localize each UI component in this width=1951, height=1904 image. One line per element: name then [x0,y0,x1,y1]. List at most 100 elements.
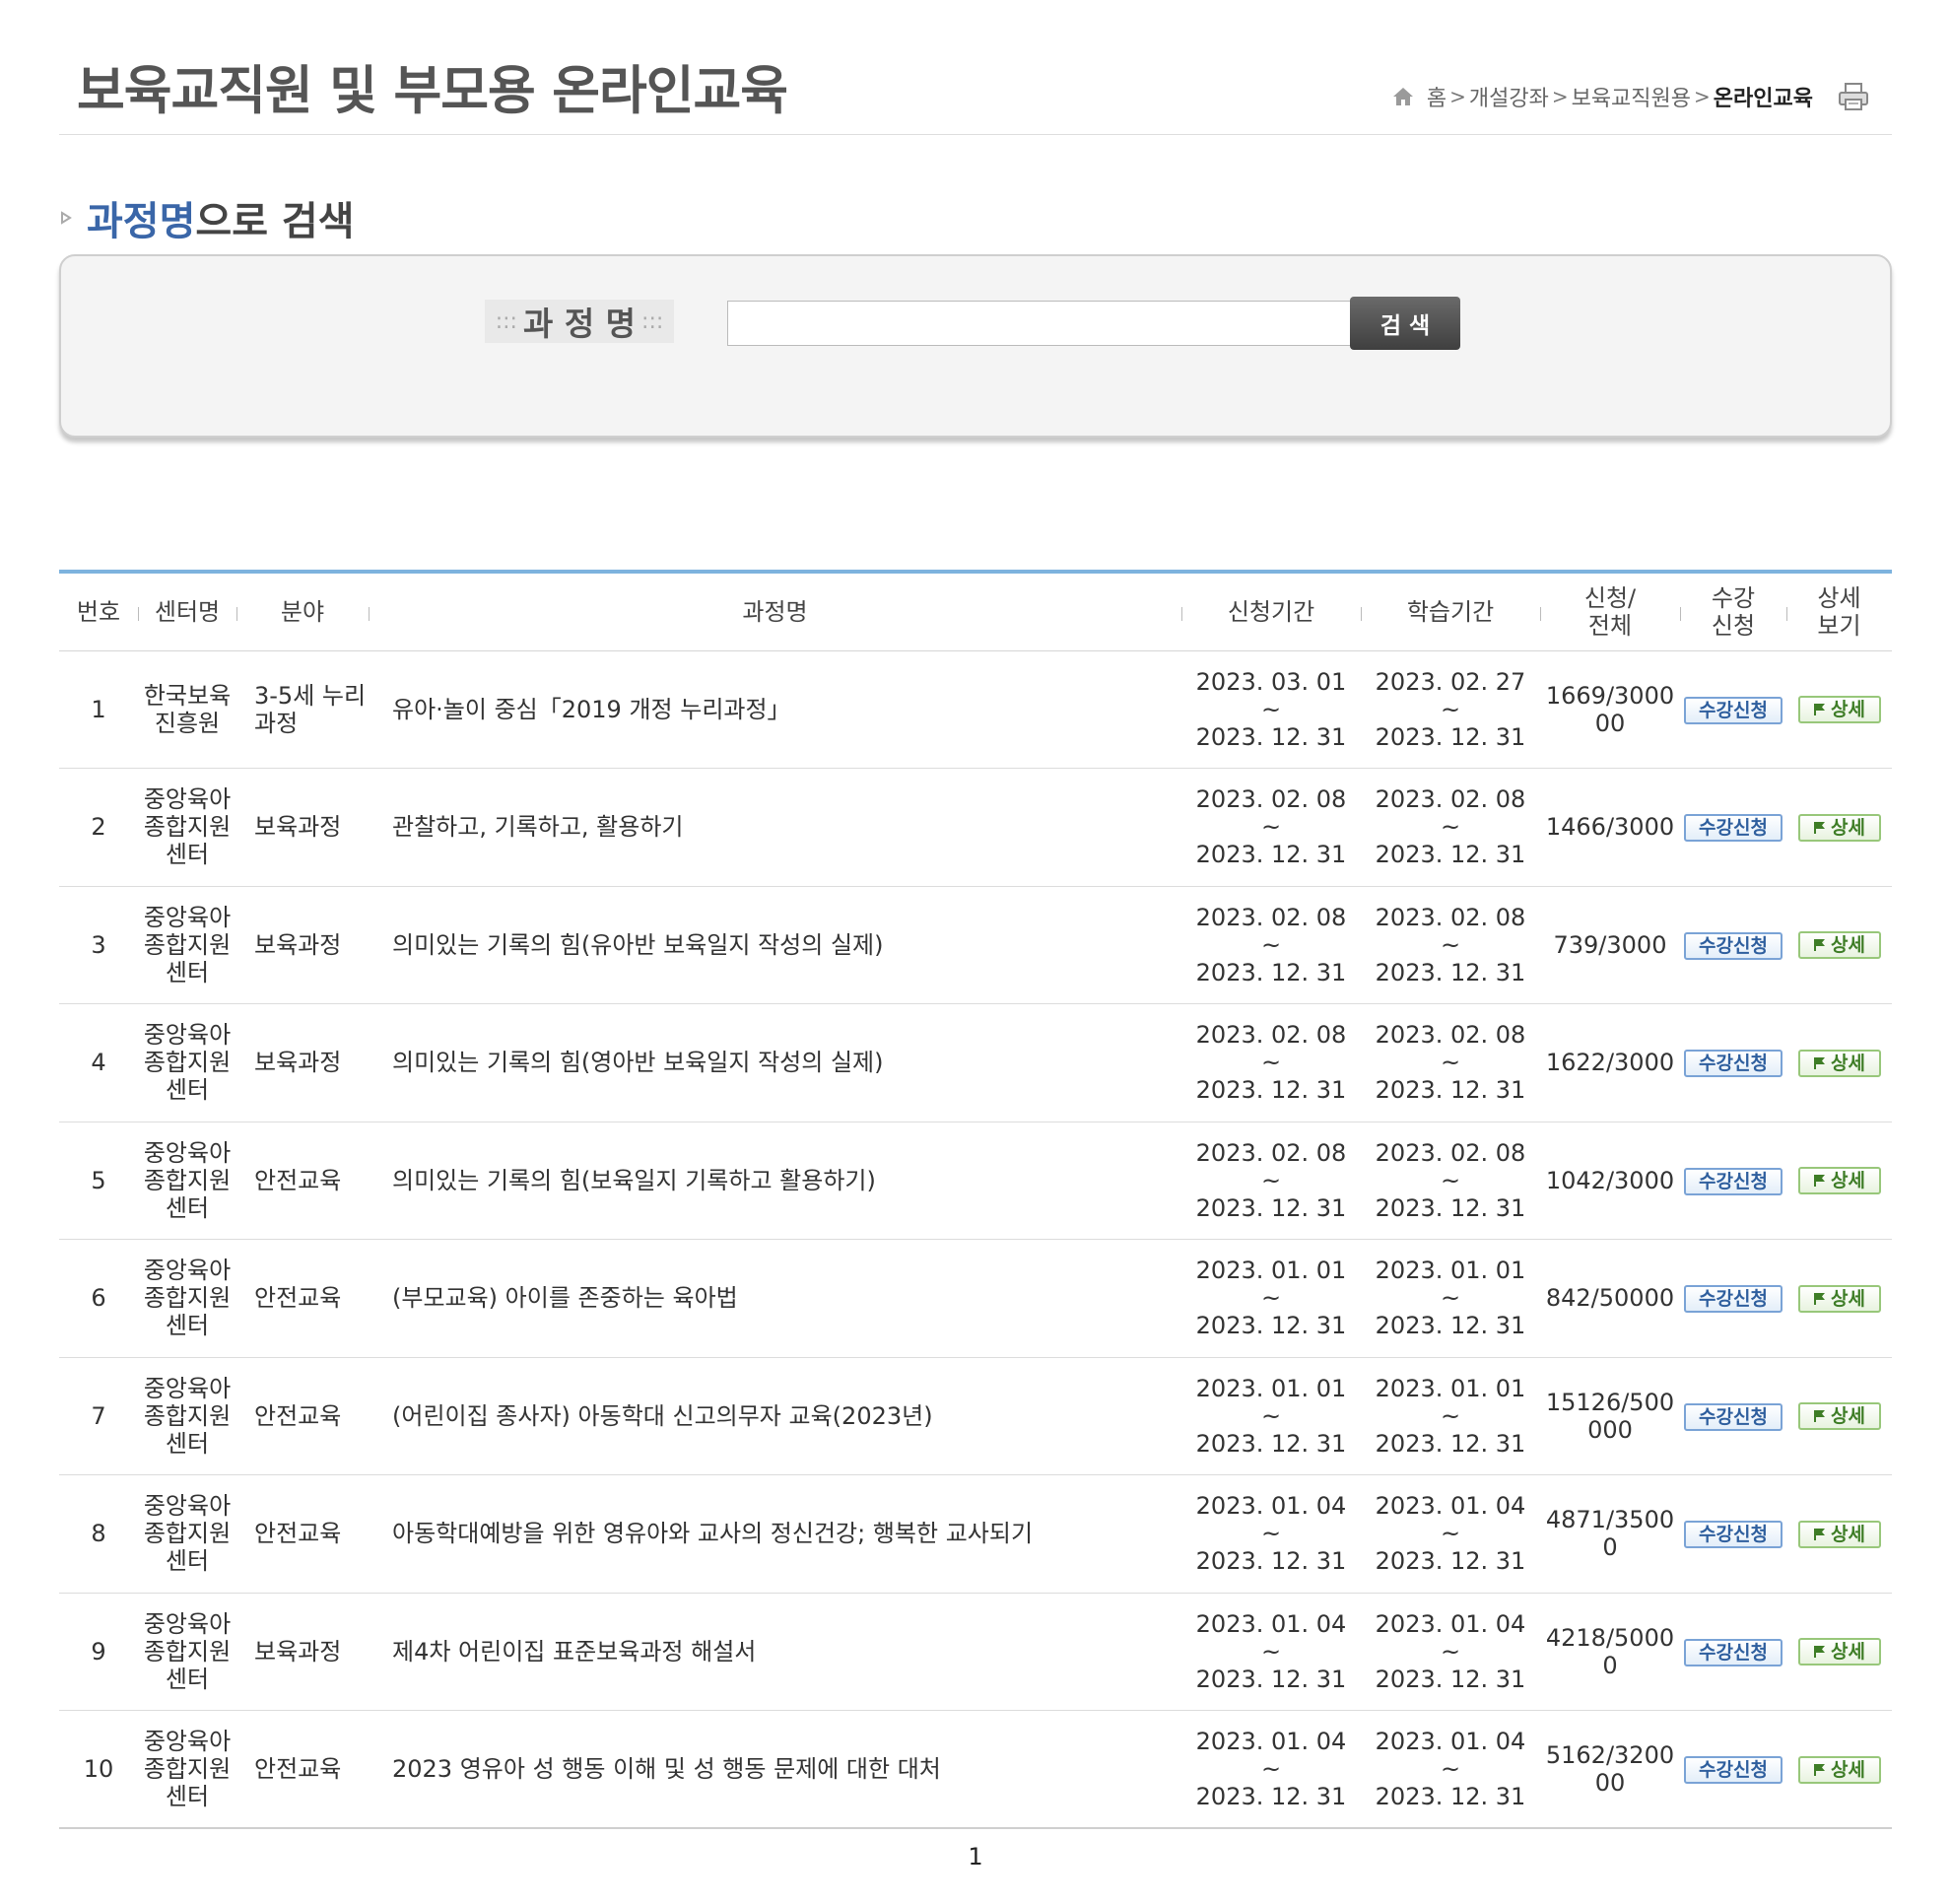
date-separator: ~ [1440,813,1461,842]
table-row: 3 중앙육아종합지원센터 보육과정 의미있는 기록의 힘(유아반 보육일지 작성의 실… [59,886,1892,1004]
row-no: 5 [91,1166,106,1194]
row-center: 중앙육아종합지원센터 [143,1609,232,1693]
apply-start: 2023. 02. 08 [1195,785,1347,814]
date-separator: ~ [1260,1520,1282,1548]
row-center: 한국보육진흥원 [143,681,232,737]
detail-button-label: 상세 [1831,1758,1865,1781]
apply-button[interactable]: 수강신청 [1684,696,1783,724]
row-detail-cell: 상세 [1786,1593,1892,1711]
course-title-link[interactable]: 관찰하고, 기록하고, 활용하기 [392,813,683,841]
row-no: 10 [83,1755,114,1783]
detail-button[interactable]: 상세 [1797,696,1881,724]
label-decoration-right: ::: [641,308,664,334]
study-end: 2023. 12. 31 [1375,958,1526,986]
course-title-link[interactable]: 아동학대예방을 위한 영유아와 교사의 정신건강; 행복한 교사되기 [392,1520,1033,1547]
course-title-link[interactable]: (부모교육) 아이를 존중하는 육아법 [392,1284,738,1312]
row-study-period: 2023. 01. 01 ~2023. 12. 31 [1361,1240,1540,1358]
header-no: 번호 [76,597,121,626]
row-no: 8 [91,1520,106,1548]
detail-button-label: 상세 [1831,1405,1865,1428]
breadcrumb-staff[interactable]: 보육교직원용 [1572,81,1691,112]
apply-end: 2023. 12. 31 [1195,841,1347,869]
date-separator: ~ [1440,695,1461,723]
date-separator: ~ [1260,1049,1282,1077]
row-register-cell: 수강신청 [1680,650,1786,769]
row-register-cell: 수강신청 [1680,1240,1786,1358]
study-start: 2023. 01. 04 [1375,1492,1526,1521]
header-enrollment: 신청/전체 [1540,572,1680,650]
course-title-link[interactable]: (어린이집 종사자) 아동학대 신고의무자 교육(2023년) [392,1402,933,1430]
row-no: 4 [91,1049,106,1077]
row-course: (어린이집 종사자) 아동학대 신고의무자 교육(2023년) [369,1357,1181,1475]
breadcrumb-home[interactable]: 홈 [1427,81,1446,112]
row-course: (부모교육) 아이를 존중하는 육아법 [369,1240,1181,1358]
course-title-link[interactable]: 2023 영유아 성 행동 이해 및 성 행동 문제에 대한 대처 [392,1755,941,1783]
detail-button[interactable]: 상세 [1797,1049,1881,1077]
table-row: 9 중앙육아종합지원센터 보육과정 제4차 어린이집 표준보육과정 해설서 2023. … [59,1593,1892,1711]
row-enrollment-count: 1042/3000 [1545,1166,1675,1194]
study-end: 2023. 12. 31 [1375,1547,1526,1576]
detail-button[interactable]: 상세 [1797,1284,1881,1313]
apply-button[interactable]: 수강신청 [1684,931,1783,960]
search-button[interactable]: 검 색 [1350,297,1460,350]
row-enrollment-count: 1622/3000 [1545,1049,1675,1077]
apply-end: 2023. 12. 31 [1195,1429,1347,1458]
apply-button[interactable]: 수강신청 [1684,1638,1783,1666]
apply-end: 2023. 12. 31 [1195,1312,1347,1340]
course-title-link[interactable]: 의미있는 기록의 힘(영아반 보육일지 작성의 실제) [392,1049,883,1076]
detail-button[interactable]: 상세 [1797,1638,1881,1666]
apply-button[interactable]: 수강신청 [1684,1521,1783,1549]
row-detail-cell: 상세 [1786,1122,1892,1240]
detail-button[interactable]: 상세 [1797,931,1881,960]
print-icon[interactable] [1837,82,1870,111]
apply-button[interactable]: 수강신청 [1684,1756,1783,1784]
row-center: 중앙육아종합지원센터 [143,785,232,869]
course-title-link[interactable]: 제4차 어린이집 표준보육과정 해설서 [392,1638,756,1666]
study-start: 2023. 02. 08 [1375,1021,1526,1050]
header-enrollment-line2: 전체 [1587,611,1633,640]
page-link-current[interactable]: 1 [968,1843,982,1870]
row-no: 7 [91,1401,106,1430]
detail-button-label: 상세 [1831,699,1865,721]
detail-button-label: 상세 [1831,1170,1865,1192]
breadcrumb: 홈 > 개설강좌 > 보육교직원용 > 온라인교육 [1391,81,1870,112]
course-title-link[interactable]: 의미있는 기록의 힘(보육일지 기록하고 활용하기) [392,1167,876,1194]
apply-button[interactable]: 수강신청 [1684,814,1783,843]
apply-button[interactable]: 수강신청 [1684,1167,1783,1195]
date-separator: ~ [1260,930,1282,959]
apply-button[interactable]: 수강신청 [1684,1402,1783,1431]
apply-button[interactable]: 수강신청 [1684,1050,1783,1078]
course-title-link[interactable]: 의미있는 기록의 힘(유아반 보육일지 작성의 실제) [392,931,883,959]
chevron-right-icon: > [1694,85,1711,108]
row-category: 안전교육 [254,1520,342,1548]
detail-button[interactable]: 상세 [1797,1167,1881,1195]
detail-button[interactable]: 상세 [1797,813,1881,842]
row-category: 안전교육 [254,1284,342,1313]
row-study-period: 2023. 02. 27 ~2023. 12. 31 [1361,650,1540,769]
detail-button[interactable]: 상세 [1797,1402,1881,1431]
table-row: 6 중앙육아종합지원센터 안전교육 (부모교육) 아이를 존중하는 육아법 2023. … [59,1240,1892,1358]
course-name-input[interactable] [727,301,1362,346]
header-register-line1: 수강 [1711,583,1756,612]
detail-button[interactable]: 상세 [1797,1520,1881,1548]
row-detail-cell: 상세 [1786,769,1892,887]
detail-button[interactable]: 상세 [1797,1755,1881,1784]
apply-button[interactable]: 수강신청 [1684,1285,1783,1314]
page: 보육교직원 및 부모용 온라인교육 홈 > 개설강좌 > 보육교직원용 > 온라… [59,0,1892,1904]
study-end: 2023. 12. 31 [1375,1429,1526,1458]
row-category: 보육과정 [254,1049,342,1077]
date-separator: ~ [1440,1401,1461,1430]
table-row: 5 중앙육아종합지원센터 안전교육 의미있는 기록의 힘(보육일지 기록하고 활용하기… [59,1122,1892,1240]
row-study-period: 2023. 02. 08 ~2023. 12. 31 [1361,886,1540,1004]
apply-start: 2023. 01. 01 [1195,1257,1347,1285]
row-study-period: 2023. 01. 01 ~2023. 12. 31 [1361,1357,1540,1475]
home-icon[interactable] [1391,86,1415,107]
search-label: ::: 과 정 명 ::: [485,300,674,343]
header-category: 분야 [236,572,369,650]
row-study-period: 2023. 01. 04 ~2023. 12. 31 [1361,1475,1540,1594]
row-study-period: 2023. 02. 08 ~2023. 12. 31 [1361,769,1540,887]
row-detail-cell: 상세 [1786,1357,1892,1475]
breadcrumb-courses[interactable]: 개설강좌 [1469,81,1549,112]
course-title-link[interactable]: 유아·놀이 중심「2019 개정 누리과정」 [392,696,791,723]
apply-start: 2023. 01. 04 [1195,1492,1347,1521]
